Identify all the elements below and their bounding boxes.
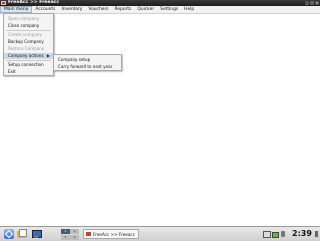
menu-item-close-company[interactable]: Close company xyxy=(4,23,53,29)
battery-tray-icon[interactable] xyxy=(272,230,279,238)
task-button-label: FreeAcc >> Freeacc xyxy=(93,231,136,237)
menu-item-open-company[interactable]: Open company xyxy=(4,16,53,22)
task-app-icon xyxy=(86,232,91,236)
taskbar: 1 2 3 4 FreeAcc >> Freeacc 2:39 xyxy=(0,226,320,241)
submenu-arrow-icon: ▶ xyxy=(46,53,50,58)
close-button[interactable]: × xyxy=(315,1,319,5)
file-manager-icon[interactable] xyxy=(17,229,27,239)
menu-separator xyxy=(6,60,51,61)
pager-desktop-4[interactable]: 4 xyxy=(70,234,79,240)
menu-reports[interactable]: Reports xyxy=(112,6,135,13)
menu-separator xyxy=(6,30,51,31)
maximize-button[interactable]: □ xyxy=(310,1,314,5)
menu-item-restore-company[interactable]: Restore Company xyxy=(4,46,53,52)
main-menu-dropdown: Open company Close company Create compan… xyxy=(3,13,54,76)
menu-item-company-actions-label: Company actions xyxy=(8,53,44,58)
device-tray-icon[interactable] xyxy=(280,230,287,238)
clipboard-tray-icon[interactable] xyxy=(263,230,271,238)
menu-item-create-company[interactable]: Create company xyxy=(4,32,53,38)
menu-item-setup-connection[interactable]: Setup connection xyxy=(4,62,53,68)
show-desktop-handle[interactable] xyxy=(315,231,318,237)
menu-inventory[interactable]: Inventory xyxy=(58,6,85,13)
menu-settings[interactable]: Settings xyxy=(157,6,181,13)
menu-item-company-actions[interactable]: Company actions ▶ xyxy=(4,53,53,59)
menu-item-backup-company[interactable]: Backup Company xyxy=(4,39,53,45)
menu-item-exit[interactable]: Exit xyxy=(4,69,53,75)
task-button-freeacc[interactable]: FreeAcc >> Freeacc xyxy=(83,229,139,239)
submenu-item-carry-forward[interactable]: Carry forward to next year xyxy=(54,64,121,70)
app-launcher-icon[interactable] xyxy=(4,229,14,239)
company-actions-submenu: Company setup Carry forward to next year xyxy=(53,54,122,71)
menu-vouchers[interactable]: Vouchers xyxy=(85,6,111,13)
pager-desktop-2[interactable]: 2 xyxy=(70,229,79,234)
menu-help[interactable]: Help xyxy=(181,6,197,13)
window-controls: _ □ × xyxy=(305,1,319,5)
desktop-pager: 1 2 3 4 xyxy=(61,229,79,240)
pager-desktop-1[interactable]: 1 xyxy=(61,229,70,234)
submenu-item-company-setup[interactable]: Company setup xyxy=(54,57,121,63)
menu-quicker[interactable]: Quicker xyxy=(134,6,157,13)
network-computer-icon[interactable] xyxy=(31,229,42,239)
pager-desktop-3[interactable]: 3 xyxy=(61,234,70,240)
app-icon xyxy=(1,1,6,5)
menu-accounts[interactable]: Accounts xyxy=(32,6,58,13)
menu-main-menu[interactable]: Main menu xyxy=(0,6,33,13)
clock[interactable]: 2:39 xyxy=(292,227,312,241)
minimize-button[interactable]: _ xyxy=(305,1,309,5)
